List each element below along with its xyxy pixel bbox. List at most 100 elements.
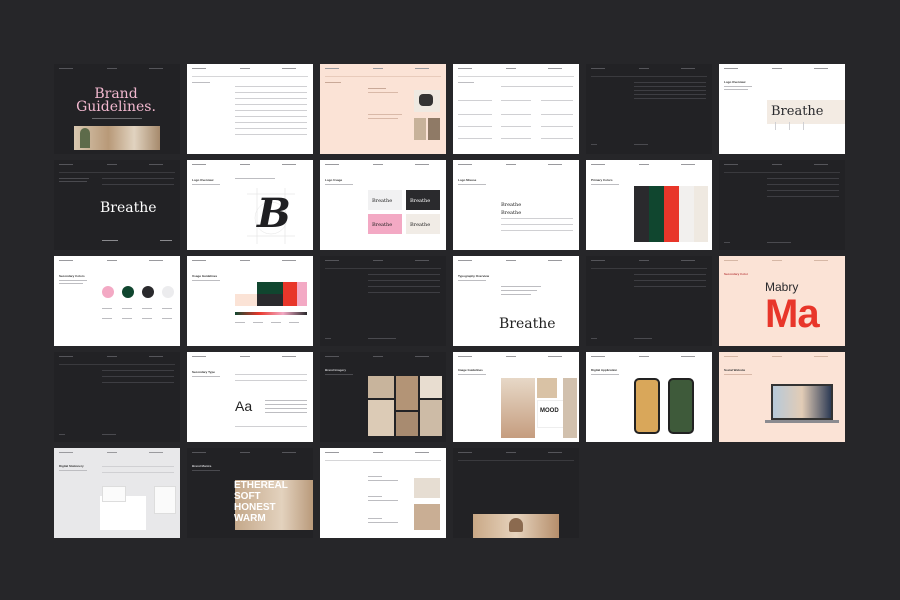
page-secondary-type[interactable]: Secondary Color Mabry Ma — [719, 256, 845, 346]
page-digital-stationery[interactable]: Digital Stationery — [54, 448, 180, 538]
page-welcome[interactable] — [320, 64, 446, 154]
mood-text: MOOD — [540, 408, 559, 414]
usage-strip — [235, 312, 307, 315]
section-title: Brand Imagery — [325, 368, 347, 372]
logo-on-dark-wordmark: Breathe — [410, 198, 431, 204]
page-brand-imagery[interactable]: Brand Imagery — [320, 352, 446, 442]
misuse-wordmark-2: Breathe — [501, 210, 522, 216]
font-glyphs: Ma — [765, 292, 820, 336]
swatch-light — [679, 186, 694, 242]
section-title: Logo Overview — [192, 178, 214, 182]
mantra-word-4: WARM — [234, 513, 266, 524]
logo-symbol: B — [257, 190, 291, 237]
mantra-word-3: HONEST — [234, 502, 276, 513]
page-digital-application[interactable]: Digital Application — [586, 352, 712, 442]
page-social-website[interactable]: Social Website — [719, 352, 845, 442]
welcome-photo-left — [414, 118, 426, 140]
swatch-charcoal — [634, 186, 649, 242]
section-title: Logo Usage — [325, 178, 343, 182]
usage-block-red — [283, 282, 297, 306]
mantra-word-2: SOFT — [234, 491, 261, 502]
imagery-photo-4 — [368, 400, 394, 436]
circle-green — [122, 286, 134, 298]
page-section-dark-5[interactable] — [54, 352, 180, 442]
page-logo-symbol[interactable]: Logo Overview B — [187, 160, 313, 250]
page-section-dark-3[interactable] — [320, 256, 446, 346]
section-title: Typography Overview — [458, 274, 490, 278]
typography-wordmark: Breathe — [499, 316, 556, 332]
logo-on-pink-wordmark: Breathe — [372, 222, 393, 228]
wordmark-white: Breathe — [100, 200, 157, 216]
page-section-dark-2[interactable] — [719, 160, 845, 250]
page-cover[interactable]: Brand Guidelines. — [54, 64, 180, 154]
section-title: Logo Misuse — [458, 178, 477, 182]
cover-plant-icon — [80, 128, 90, 148]
section-title: Brand Mantra — [192, 464, 212, 468]
page-image-guidelines[interactable]: Image Guidelines MOOD — [453, 352, 579, 442]
section-title: Primary Colors — [591, 178, 613, 182]
section-title: Social Website — [724, 368, 746, 372]
product-photo-2 — [414, 504, 440, 530]
section-title: Digital Application — [591, 368, 618, 372]
tote-bag-mockup — [154, 486, 176, 514]
logo-on-cream-wordmark: Breathe — [410, 222, 431, 228]
closing-table-icon — [509, 518, 523, 532]
section-title: Logo Overview — [724, 80, 746, 84]
section-title: Image Guidelines — [458, 368, 483, 372]
cover-title: Brand Guidelines. — [76, 86, 156, 115]
section-title: Usage Guidelines — [192, 274, 218, 278]
imagery-photo-2 — [396, 376, 418, 410]
business-card-mockup — [102, 486, 126, 502]
imagery-photo-6 — [396, 412, 418, 436]
mood-card — [537, 400, 565, 428]
imagery-photo-1 — [368, 376, 394, 398]
welcome-speaker-icon — [419, 94, 433, 106]
page-brand-mantra[interactable]: Brand Mantra ETHEREAL SOFT HONEST WARM — [187, 448, 313, 538]
usage-block-peach — [235, 294, 257, 306]
laptop-base — [765, 420, 839, 423]
mantra-word-1: ETHEREAL — [234, 480, 288, 491]
page-secondary-type-aa[interactable]: Secondary Type Aa — [187, 352, 313, 442]
swatch-red — [664, 186, 679, 242]
section-title: Secondary Type — [192, 370, 215, 374]
product-photo-1 — [414, 478, 440, 498]
page-contents[interactable] — [187, 64, 313, 154]
usage-block-pink — [297, 282, 307, 306]
type-sample: Aa — [235, 398, 253, 414]
section-title: Secondary Color — [724, 272, 749, 276]
page-section-dark-4[interactable] — [586, 256, 712, 346]
swatch-cream — [694, 186, 708, 242]
page-primary-colors[interactable]: Primary Colors — [586, 160, 712, 250]
circle-light — [162, 286, 174, 298]
imagery-photo-5 — [420, 400, 442, 436]
object-photo — [537, 378, 557, 398]
page-usage-guidelines[interactable]: Usage Guidelines — [187, 256, 313, 346]
page-typography-overview[interactable]: Typography Overview Breathe — [453, 256, 579, 346]
welcome-photo-right — [428, 118, 440, 140]
page-product-notes[interactable] — [320, 448, 446, 538]
swatch-green — [649, 186, 664, 242]
imagery-photo-3 — [420, 376, 442, 398]
portrait-photo — [501, 378, 535, 438]
page-closing[interactable] — [453, 448, 579, 538]
phone-mockup-1 — [634, 378, 660, 434]
vase-photo — [563, 378, 577, 438]
phone-mockup-2 — [668, 378, 694, 434]
page-logo-usage[interactable]: Logo Usage Breathe Breathe Breathe Breat… — [320, 160, 446, 250]
page-logo-misuse[interactable]: Logo Misuse Breathe Breathe — [453, 160, 579, 250]
page-section-dark-1[interactable] — [586, 64, 712, 154]
circle-pink — [102, 286, 114, 298]
misuse-wordmark-1: Breathe — [501, 202, 522, 208]
usage-block-charcoal — [257, 294, 283, 306]
circle-charcoal — [142, 286, 154, 298]
section-title: Secondary Colors — [59, 274, 85, 278]
page-logo-dark[interactable]: Breathe — [54, 160, 180, 250]
logo-on-light-wordmark: Breathe — [372, 198, 393, 204]
page-brand-overview[interactable] — [453, 64, 579, 154]
usage-block-green — [257, 282, 283, 294]
page-secondary-colors[interactable]: Secondary Colors — [54, 256, 180, 346]
laptop-screen — [771, 384, 833, 420]
page-logo-overview[interactable]: Logo Overview Breathe — [719, 64, 845, 154]
section-title: Digital Stationery — [59, 464, 84, 468]
wordmark: Breathe — [771, 104, 824, 119]
